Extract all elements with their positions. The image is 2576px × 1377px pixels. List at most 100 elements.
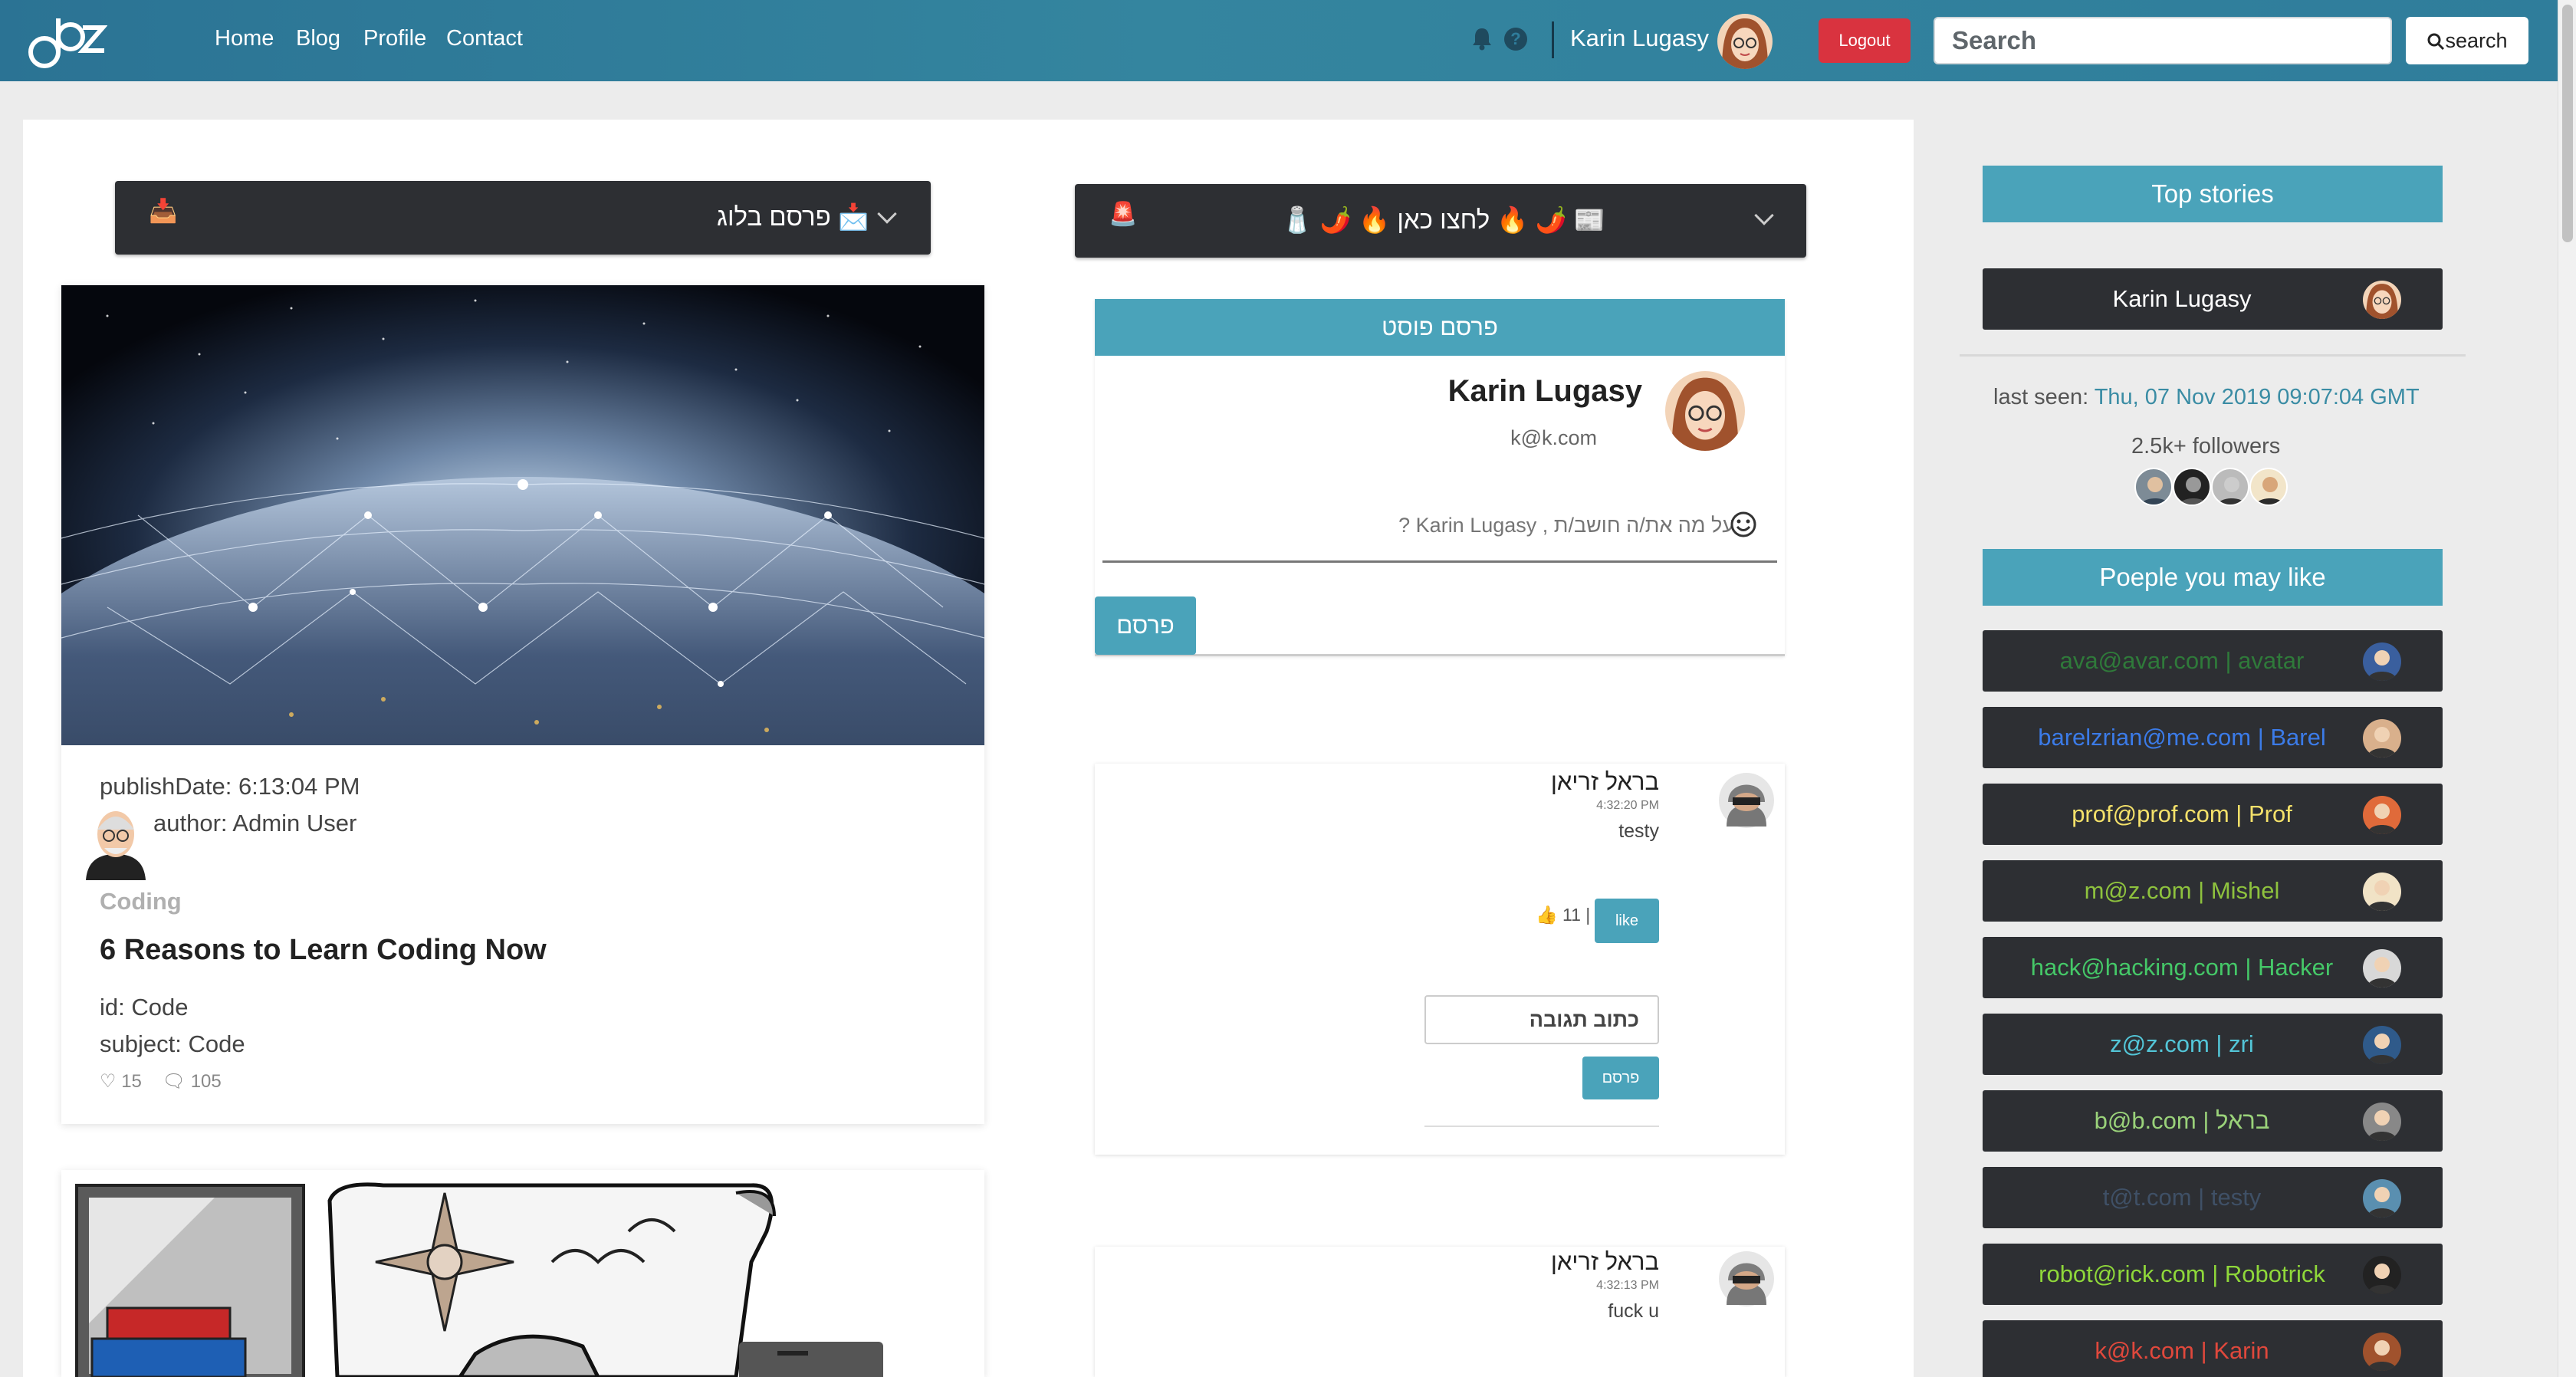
publish-post-button[interactable]: פרסם (1095, 596, 1196, 655)
divider (1424, 1126, 1659, 1127)
comment-publish-button[interactable]: פרסם (1582, 1057, 1659, 1099)
top-story-item[interactable]: Karin Lugasy (1983, 268, 2443, 330)
hot-dropdown-label: 📰 🌶️ 🔥 לחצו כאן 🔥 🌶️ 🧂 (1281, 205, 1605, 234)
bell-icon[interactable] (1470, 26, 1493, 51)
comment-icon: 🗨 (162, 1071, 186, 1092)
logo-icon[interactable] (23, 11, 107, 72)
person-label: ava@avar.com | avatar (2059, 647, 2305, 674)
post-author-name[interactable]: בראל זריאן (1551, 1248, 1659, 1276)
person-label: hack@hacking.com | Hacker (2030, 954, 2334, 981)
blog-card-image (75, 1182, 883, 1377)
person-label: barelzrian@me.com | Barel (2038, 724, 2326, 751)
post-author-avatar[interactable] (1717, 1250, 1776, 1308)
last-seen-date: Thu, 07 Nov 2019 09:07:04 GMT (2094, 385, 2420, 409)
person-item[interactable]: ava@avar.com | avatar (1983, 630, 2443, 692)
blog-subject: subject: Code (100, 1030, 245, 1057)
nav-user-name[interactable]: Karin Lugasy (1570, 25, 1709, 52)
help-icon[interactable]: ? (1504, 28, 1527, 51)
avatar (2363, 1179, 2401, 1218)
post-card: בראל זריאן 4:32:13 PM fuck u (1095, 1247, 1785, 1377)
person-label: m@z.com | Mishel (2084, 877, 2280, 904)
post-text-input[interactable] (1102, 491, 1777, 563)
person-label: t@t.com | testy (2102, 1184, 2262, 1211)
like-button[interactable]: like (1595, 899, 1659, 943)
avatar (2363, 1026, 2401, 1064)
user-avatar[interactable] (1717, 14, 1773, 69)
avatar (2363, 1256, 2401, 1294)
person-item[interactable]: robot@rick.com | Robotrick (1983, 1244, 2443, 1305)
hot-dropdown[interactable]: 🚨 📰 🌶️ 🔥 לחצו כאן 🔥 🌶️ 🧂 (1075, 184, 1806, 258)
person-item[interactable]: t@t.com | testy (1983, 1167, 2443, 1228)
composer-user-name[interactable]: Karin Lugasy (1448, 374, 1642, 409)
chevron-down-icon (1754, 205, 1774, 225)
likes-stat[interactable]: ♡ 15 (100, 1071, 142, 1092)
last-seen: last seen: Thu, 07 Nov 2019 09:07:04 GMT (1993, 385, 2420, 410)
scrollbar-thumb[interactable] (2562, 5, 2573, 242)
post-time: 4:32:13 PM (1596, 1279, 1659, 1292)
divider (1960, 354, 2466, 357)
people-you-may-like-header: Poeple you may like (1983, 549, 2443, 606)
publish-date: publishDate: 6:13:04 PM (100, 773, 360, 800)
person-item[interactable]: barelzrian@me.com | Barel (1983, 707, 2443, 768)
avatar (2363, 949, 2401, 988)
avatar (2363, 719, 2401, 758)
search-input[interactable] (1934, 17, 2392, 64)
search-button-label: search (2445, 29, 2508, 52)
comment-input[interactable] (1424, 995, 1659, 1044)
blog-title[interactable]: 6 Reasons to Learn Coding Now (100, 934, 547, 967)
publish-blog-label: 📩 פרסם בלוג (717, 202, 869, 231)
navbar: Home Blog Profile Contact ? Karin Lugasy… (0, 0, 2558, 81)
person-label: prof@prof.com | Prof (2072, 800, 2292, 827)
nav-blog-link[interactable]: Blog (296, 26, 340, 51)
avatar (2363, 1103, 2401, 1141)
post-time: 4:32:20 PM (1596, 799, 1659, 812)
post-text: fuck u (1608, 1300, 1659, 1322)
follower-avatar[interactable] (2173, 468, 2211, 506)
siren-icon: 🚨 (1109, 202, 1138, 227)
follower-avatar[interactable] (2134, 468, 2173, 506)
comments-count: 105 (190, 1071, 222, 1092)
blog-card[interactable]: publishDate: 6:13:04 PM author: Admin Us… (61, 285, 984, 1124)
comments-stat[interactable]: 🗨 105 (163, 1071, 222, 1092)
nav-contact-link[interactable]: Contact (446, 26, 523, 51)
author-name: author: Admin User (153, 810, 357, 836)
avatar (2363, 1333, 2401, 1371)
avatar (2363, 642, 2401, 681)
composer-avatar[interactable] (1665, 371, 1745, 451)
search-icon (2427, 33, 2445, 51)
heart-icon: ♡ (100, 1071, 117, 1092)
blog-card[interactable] (61, 1170, 984, 1377)
person-item[interactable]: b@b.com | בראל (1983, 1090, 2443, 1152)
nav-profile-link[interactable]: Profile (363, 26, 426, 51)
category-label[interactable]: Coding (100, 888, 182, 915)
person-item[interactable]: prof@prof.com | Prof (1983, 784, 2443, 845)
person-item[interactable]: hack@hacking.com | Hacker (1983, 937, 2443, 998)
blog-id: id: Code (100, 994, 189, 1020)
logout-button[interactable]: Logout (1819, 18, 1911, 63)
smiley-icon[interactable] (1730, 511, 1757, 538)
avatar (2363, 796, 2401, 834)
post-composer: פרסם פוסט Karin Lugasy k@k.com פרסם (1095, 299, 1785, 656)
likes-count: 15 (121, 1071, 142, 1092)
nav-home-link[interactable]: Home (215, 26, 274, 51)
post-author-name[interactable]: בראל זריאן (1551, 768, 1659, 796)
post-author-avatar[interactable] (1717, 771, 1776, 830)
avatar (2363, 281, 2401, 319)
followers-count: 2.5k+ followers (2131, 434, 2281, 458)
earth-network-image (61, 285, 984, 745)
person-label: robot@rick.com | Robotrick (2039, 1260, 2325, 1287)
scrollbar[interactable] (2558, 0, 2576, 1377)
follower-avatar[interactable] (2249, 468, 2288, 506)
chevron-down-icon (877, 204, 897, 224)
person-item[interactable]: z@z.com | zri (1983, 1014, 2443, 1075)
post-text: testy (1618, 820, 1659, 842)
follower-avatar[interactable] (2211, 468, 2249, 506)
blog-stats: ♡ 15 🗨 105 (100, 1070, 237, 1093)
publish-blog-dropdown[interactable]: 📥 📩 פרסם בלוג (115, 181, 931, 255)
avatar (2363, 873, 2401, 911)
last-seen-label: last seen: (1993, 385, 2089, 409)
search-button[interactable]: search (2406, 17, 2528, 64)
like-count: 👍 11 | (1536, 905, 1591, 925)
person-item[interactable]: m@z.com | Mishel (1983, 860, 2443, 922)
person-item[interactable]: k@k.com | Karin (1983, 1320, 2443, 1377)
